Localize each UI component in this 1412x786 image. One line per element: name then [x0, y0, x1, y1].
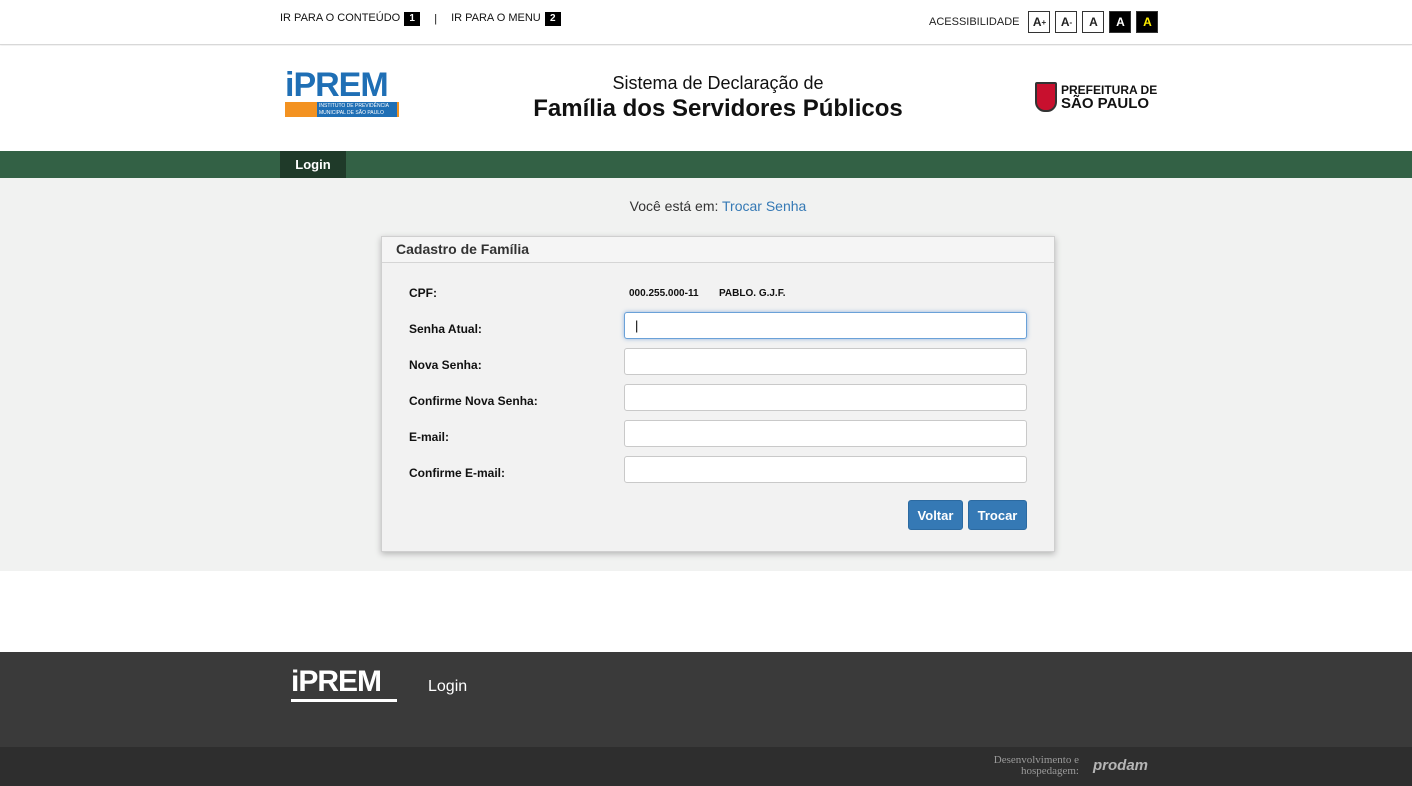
skip-to-menu-label: IR PARA O MENU — [451, 12, 541, 24]
font-increase-sup: + — [1041, 17, 1047, 27]
confirm-email-label: Confirme E-mail: — [409, 466, 506, 480]
system-title-line2: Família dos Servidores Públicos — [533, 95, 903, 122]
breadcrumb-current[interactable]: Trocar Senha — [722, 198, 806, 214]
confirm-password-input[interactable] — [624, 384, 1027, 411]
current-password-label: Senha Atual: — [409, 322, 482, 336]
font-decrease-sup: - — [1069, 17, 1073, 27]
skip-to-content-link[interactable]: IR PARA O CONTEÚDO 1 — [280, 12, 421, 26]
breadcrumb: Você está em: Trocar Senha — [0, 198, 1412, 214]
site-footer: iPREM Login — [0, 652, 1412, 747]
prefeitura-logo[interactable]: PREFEITURA DE SÃO PAULO — [1035, 82, 1157, 112]
skip-to-content-label: IR PARA O CONTEÚDO — [280, 12, 401, 24]
submit-change-button[interactable]: Trocar — [968, 500, 1027, 530]
skip-content-key-badge: 1 — [404, 12, 421, 26]
prodam-logo[interactable]: prodam — [1093, 757, 1148, 774]
font-decrease-glyph: A — [1060, 15, 1070, 29]
contrast-yellow-button[interactable]: A — [1136, 11, 1159, 33]
skip-to-menu-link[interactable]: IR PARA O MENU 2 — [451, 12, 561, 26]
panel-title: Cadastro de Família — [382, 237, 1054, 263]
footer-bottom-bar: Desenvolvimento e hospedagem: prodam — [0, 747, 1412, 786]
main-nav: Login — [0, 151, 1412, 178]
skip-separator: | — [434, 13, 438, 25]
user-name-value: PABLO. G.J.F. — [719, 288, 786, 299]
font-increase-button[interactable]: A + — [1028, 11, 1051, 33]
accessibility-label: ACESSIBILIDADE — [929, 16, 1020, 28]
footer-login-link[interactable]: Login — [428, 678, 467, 696]
accessibility-controls: ACESSIBILIDADE A + A- A A A — [929, 11, 1159, 33]
main-content: Você está em: Trocar Senha Cadastro de F… — [0, 178, 1412, 571]
nav-item-login[interactable]: Login — [280, 151, 346, 178]
system-title-line1: Sistema de Declaração de — [612, 73, 824, 93]
change-password-panel: Cadastro de Família CPF: 000.255.000-11 … — [381, 236, 1055, 552]
cpf-label: CPF: — [409, 286, 437, 300]
new-password-input[interactable] — [624, 348, 1027, 375]
font-increase-glyph: A — [1032, 15, 1042, 29]
sao-paulo-crest-icon — [1035, 82, 1057, 112]
page: IR PARA O CONTEÚDO 1 | IR PARA O MENU 2 AC… — [0, 0, 1412, 786]
email-label: E-mail: — [409, 430, 450, 444]
development-credit: Desenvolvimento e hospedagem: — [993, 754, 1079, 777]
font-decrease-button[interactable]: A- — [1055, 11, 1078, 33]
breadcrumb-prefix: Você está em: — [629, 198, 719, 214]
new-password-label: Nova Senha: — [409, 358, 482, 372]
site-header: iPREM INSTITUTO DE PREVIDÊNCIA MUNICIPAL… — [0, 46, 1412, 151]
prefeitura-logo-text: PREFEITURA DE SÃO PAULO — [1061, 84, 1157, 112]
skip-links: IR PARA O CONTEÚDO 1 | IR PARA O MENU 2 — [280, 12, 561, 26]
current-password-input[interactable] — [624, 312, 1027, 339]
contrast-black-button[interactable]: A — [1109, 11, 1132, 33]
confirm-email-input[interactable] — [624, 456, 1027, 483]
email-input[interactable] — [624, 420, 1027, 447]
font-normal-button[interactable]: A — [1082, 11, 1105, 33]
confirm-password-label: Confirme Nova Senha: — [409, 394, 538, 408]
prefeitura-logo-line2: SÃO PAULO — [1061, 95, 1150, 112]
skip-menu-key-badge: 2 — [544, 12, 561, 26]
footer-iprem-logo[interactable]: iPREM — [291, 666, 397, 702]
back-button[interactable]: Voltar — [908, 500, 963, 530]
accessibility-bar: IR PARA O CONTEÚDO 1 | IR PARA O MENU 2 AC… — [0, 0, 1412, 45]
cpf-value: 000.255.000-11 — [629, 288, 699, 299]
